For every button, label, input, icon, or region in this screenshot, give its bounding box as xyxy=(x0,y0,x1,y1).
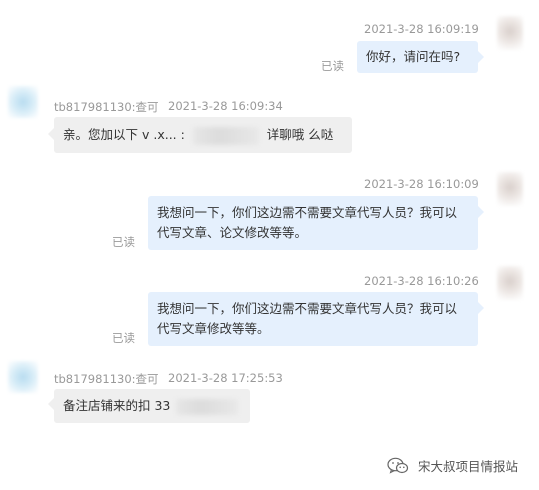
message-text: 亲。您加以下 v .x... : xyxy=(63,127,185,142)
message-text: 你好，请问在吗? xyxy=(366,49,461,64)
avatar[interactable] xyxy=(8,361,38,393)
message-bubble: 我想问一下，你们这边需不需要文章代写人员？我可以代写文章、论文修改等等。 xyxy=(148,196,478,250)
watermark: 宋大叔项目情报站 xyxy=(387,456,518,475)
bubble-arrow xyxy=(478,51,484,63)
wechat-icon xyxy=(387,457,409,474)
sender-name: tb817981130:查可 xyxy=(54,372,159,386)
read-status: 已读 xyxy=(321,59,344,73)
message-bubble: 亲。您加以下 v .x... : 详聊哦 么哒 xyxy=(54,117,352,153)
message-text: 详聊哦 么哒 xyxy=(266,127,334,142)
bubble-arrow xyxy=(478,302,484,314)
message-timestamp: 2021-3-28 17:25:53 xyxy=(168,371,283,385)
avatar[interactable] xyxy=(497,16,523,50)
message-bubble: 你好，请问在吗? xyxy=(357,41,478,73)
message-text: 备注店铺来的扣 33 xyxy=(63,398,171,413)
message-timestamp: 2021-3-28 16:09:19 xyxy=(364,22,479,36)
message-bubble: 我想问一下，你们这边需不需要文章代写人员？我可以代写文章修改等等。 xyxy=(148,292,478,346)
avatar[interactable] xyxy=(497,172,523,206)
read-status: 已读 xyxy=(112,235,135,249)
bubble-arrow xyxy=(478,206,484,218)
avatar[interactable] xyxy=(497,266,523,300)
message-timestamp: 2021-3-28 16:10:26 xyxy=(364,274,479,288)
message-text: 我想问一下，你们这边需不需要文章代写人员？我可以代写文章修改等等。 xyxy=(157,301,458,336)
message-text: 我想问一下，你们这边需不需要文章代写人员？我可以代写文章、论文修改等等。 xyxy=(157,205,458,240)
redacted-contact xyxy=(192,126,259,145)
avatar[interactable] xyxy=(8,86,38,118)
sender-name: tb817981130:查可 xyxy=(54,100,159,114)
redacted-number xyxy=(176,398,239,415)
watermark-text: 宋大叔项目情报站 xyxy=(418,459,519,474)
read-status: 已读 xyxy=(112,331,135,345)
message-timestamp: 2021-3-28 16:10:09 xyxy=(364,177,479,191)
message-bubble: 备注店铺来的扣 33 xyxy=(54,389,250,423)
message-timestamp: 2021-3-28 16:09:34 xyxy=(168,99,283,113)
